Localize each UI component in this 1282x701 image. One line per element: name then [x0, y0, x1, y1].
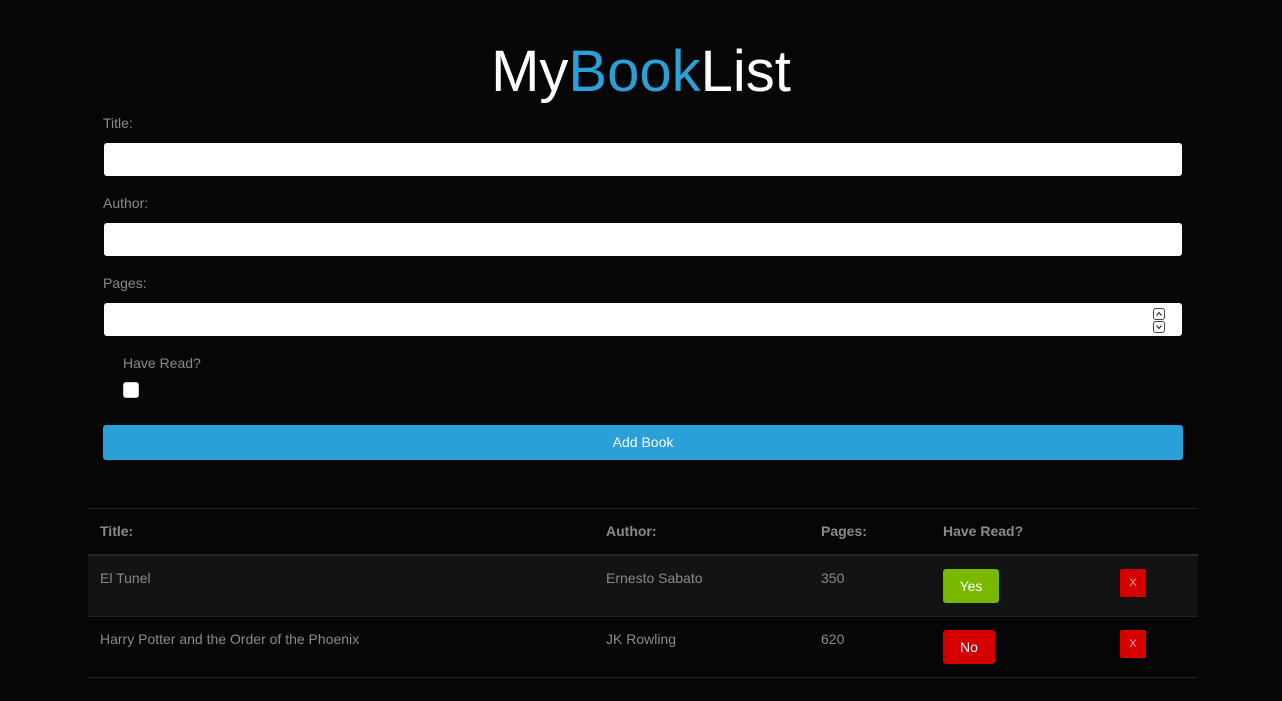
- row-author: Ernesto Sabato: [606, 570, 703, 586]
- app-logo: MyBookList: [0, 38, 1282, 106]
- author-label: Author:: [103, 195, 149, 211]
- logo-book: Book: [568, 39, 701, 104]
- pages-stepper[interactable]: [1153, 308, 1165, 333]
- header-author: Author:: [606, 523, 657, 539]
- have-read-checkbox[interactable]: [123, 382, 139, 398]
- logo-my: My: [491, 39, 569, 104]
- table-row: El Tunel Ernesto Sabato 350 Yes X: [88, 556, 1198, 617]
- table-row: Harry Potter and the Order of the Phoeni…: [88, 617, 1198, 678]
- read-status-button[interactable]: No: [943, 630, 995, 664]
- header-have-read: Have Read?: [943, 523, 1024, 539]
- header-pages: Pages:: [821, 523, 867, 539]
- read-status-button[interactable]: Yes: [943, 569, 999, 603]
- title-label: Title:: [103, 115, 133, 131]
- table-header: Title: Author: Pages: Have Read?: [88, 509, 1198, 556]
- pages-input[interactable]: [104, 303, 1182, 336]
- row-pages: 350: [821, 570, 845, 586]
- book-table: Title: Author: Pages: Have Read? El Tune…: [88, 508, 1198, 678]
- header-title: Title:: [100, 523, 134, 539]
- row-author: JK Rowling: [606, 631, 677, 647]
- stepper-down-icon[interactable]: [1153, 321, 1165, 333]
- title-input[interactable]: [104, 143, 1182, 176]
- add-book-button[interactable]: Add Book: [103, 425, 1183, 460]
- row-title: Harry Potter and the Order of the Phoeni…: [100, 631, 360, 647]
- delete-button[interactable]: X: [1120, 630, 1146, 658]
- have-read-label: Have Read?: [123, 355, 201, 371]
- pages-label: Pages:: [103, 275, 147, 291]
- row-title: El Tunel: [100, 570, 151, 586]
- row-pages: 620: [821, 631, 845, 647]
- delete-button[interactable]: X: [1120, 569, 1146, 597]
- stepper-up-icon[interactable]: [1153, 308, 1165, 320]
- author-input[interactable]: [104, 223, 1182, 256]
- logo-list: List: [700, 39, 791, 104]
